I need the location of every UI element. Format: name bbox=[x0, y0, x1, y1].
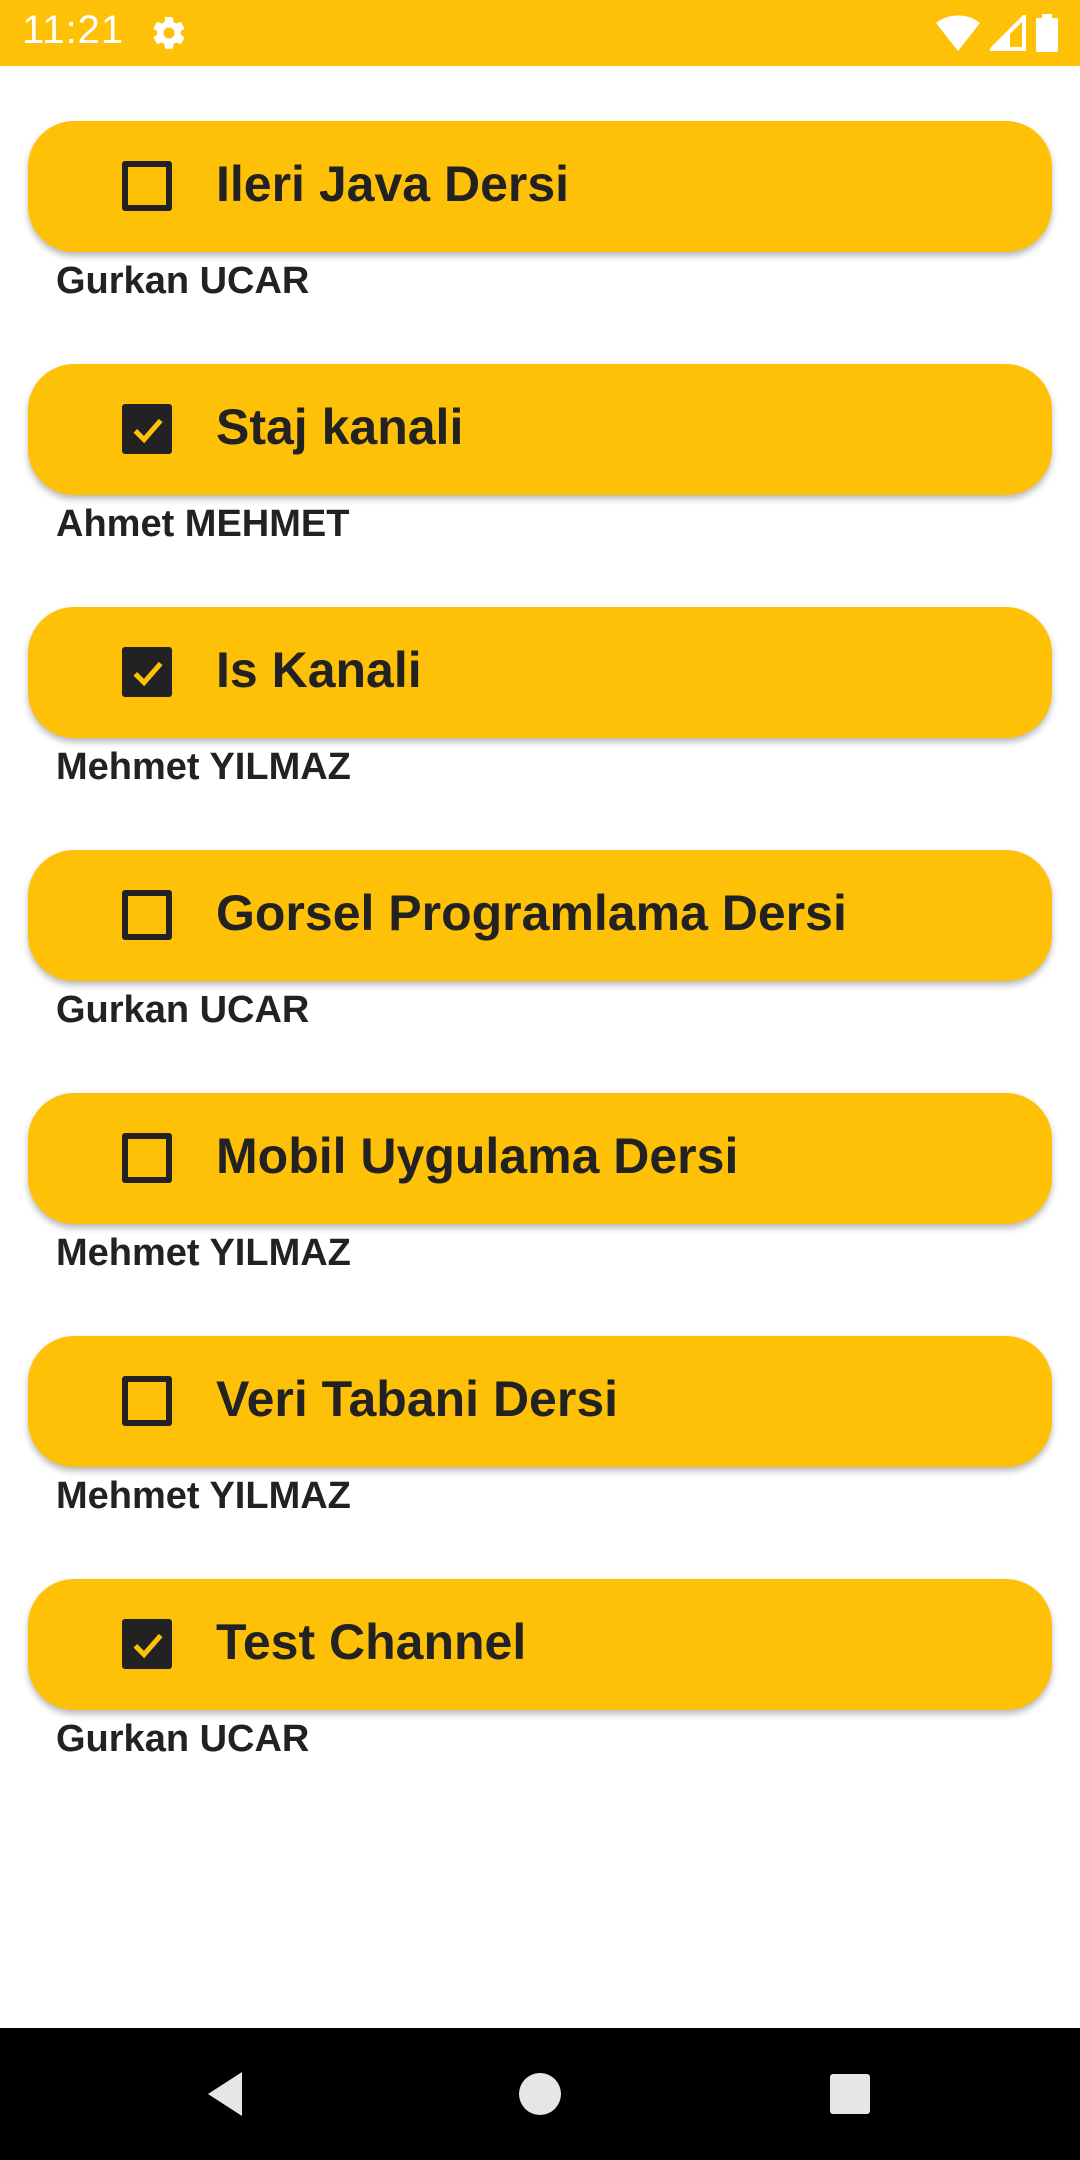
channel-title: Staj kanali bbox=[216, 399, 464, 455]
back-icon[interactable] bbox=[194, 2064, 254, 2124]
channel-owner: Mehmet YILMAZ bbox=[56, 746, 351, 788]
status-bar: 11:21 bbox=[0, 0, 1080, 66]
channel-owner: Mehmet YILMAZ bbox=[56, 1475, 351, 1517]
channel-card[interactable]: Is Kanali bbox=[28, 607, 1052, 738]
channel-title: Mobil Uygulama Dersi bbox=[216, 1128, 739, 1184]
channel-checkbox[interactable] bbox=[122, 1619, 172, 1669]
channel-card[interactable]: Staj kanali bbox=[28, 364, 1052, 495]
list-item: Is Kanali Mehmet YILMAZ bbox=[0, 606, 1080, 849]
channel-list: Ileri Java Dersi Gurkan UCAR Staj kanali… bbox=[0, 120, 1080, 1821]
channel-card[interactable]: Veri Tabani Dersi bbox=[28, 1336, 1052, 1467]
channel-title: Test Channel bbox=[216, 1614, 527, 1670]
list-item: Test Channel Gurkan UCAR bbox=[0, 1578, 1080, 1821]
checkmark-icon bbox=[133, 1633, 163, 1659]
channel-owner: Gurkan UCAR bbox=[56, 1718, 310, 1760]
checkmark-icon bbox=[133, 418, 163, 444]
channel-title: Is Kanali bbox=[216, 642, 422, 698]
channel-checkbox[interactable] bbox=[122, 1133, 172, 1183]
channel-checkbox[interactable] bbox=[122, 161, 172, 211]
channel-checkbox[interactable] bbox=[122, 1376, 172, 1426]
channel-owner: Gurkan UCAR bbox=[56, 260, 310, 302]
channel-checkbox[interactable] bbox=[122, 647, 172, 697]
channel-title: Veri Tabani Dersi bbox=[216, 1371, 619, 1427]
status-time: 11:21 bbox=[22, 8, 125, 52]
channel-owner: Mehmet YILMAZ bbox=[56, 1232, 351, 1274]
battery-icon bbox=[1036, 14, 1058, 52]
channel-card[interactable]: Ileri Java Dersi bbox=[28, 121, 1052, 252]
checkmark-icon bbox=[133, 661, 163, 687]
channel-title: Gorsel Programlama Dersi bbox=[216, 885, 847, 941]
channel-title: Ileri Java Dersi bbox=[216, 156, 570, 212]
recents-icon[interactable] bbox=[820, 2064, 880, 2124]
channel-owner: Gurkan UCAR bbox=[56, 989, 310, 1031]
list-item: Gorsel Programlama Dersi Gurkan UCAR bbox=[0, 849, 1080, 1092]
wifi-icon bbox=[936, 15, 980, 51]
list-item: Ileri Java Dersi Gurkan UCAR bbox=[0, 120, 1080, 363]
channel-checkbox[interactable] bbox=[122, 404, 172, 454]
channel-owner: Ahmet MEHMET bbox=[56, 503, 350, 545]
channel-card[interactable]: Test Channel bbox=[28, 1579, 1052, 1710]
list-item: Veri Tabani Dersi Mehmet YILMAZ bbox=[0, 1335, 1080, 1578]
channel-checkbox[interactable] bbox=[122, 890, 172, 940]
list-item: Staj kanali Ahmet MEHMET bbox=[0, 363, 1080, 606]
navigation-bar bbox=[0, 2028, 1080, 2160]
status-icons bbox=[936, 13, 1058, 53]
channel-card[interactable]: Gorsel Programlama Dersi bbox=[28, 850, 1052, 981]
home-icon[interactable] bbox=[510, 2064, 570, 2124]
signal-icon bbox=[990, 15, 1026, 51]
channel-card[interactable]: Mobil Uygulama Dersi bbox=[28, 1093, 1052, 1224]
list-item: Mobil Uygulama Dersi Mehmet YILMAZ bbox=[0, 1092, 1080, 1335]
settings-icon bbox=[153, 17, 185, 49]
